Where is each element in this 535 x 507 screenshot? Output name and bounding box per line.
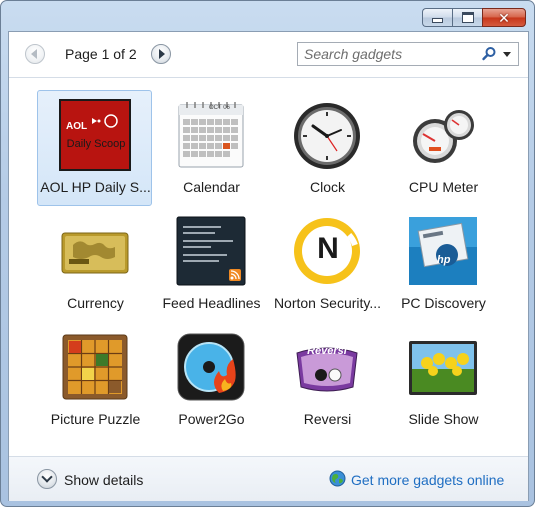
- minimize-icon: [432, 18, 443, 23]
- arrow-left-icon: [31, 49, 37, 59]
- calendar-month-text: OCT 06: [209, 105, 230, 111]
- window-caption-buttons: ✕: [422, 8, 526, 27]
- globe-icon: [329, 470, 346, 487]
- details-bar: Show details Get more gadgets online: [9, 456, 528, 501]
- gadget-label: Feed Headlines: [162, 295, 261, 311]
- gadget-tile-norton-security[interactable]: N Norton Security...: [269, 206, 384, 322]
- reversi-logo-text: Reversi: [307, 345, 347, 357]
- aol-logo-text: AOL: [66, 121, 88, 132]
- gadget-label: AOL HP Daily S...: [40, 179, 151, 195]
- gadget-tile-feed-headlines[interactable]: Feed Headlines: [153, 206, 268, 322]
- gadget-label: Power2Go: [178, 411, 245, 427]
- chevron-down-icon: [41, 471, 53, 483]
- aol-hp-daily-scoop-icon: [59, 99, 131, 171]
- maximize-icon: [461, 12, 474, 23]
- gadget-label: CPU Meter: [408, 179, 479, 195]
- picture-puzzle-icon: [62, 334, 128, 400]
- show-details-label[interactable]: Show details: [64, 472, 143, 488]
- gadget-tile-picture-puzzle[interactable]: Picture Puzzle: [37, 322, 152, 438]
- feed-headlines-icon: [176, 216, 246, 286]
- gadgets-window: ✕ Page 1 of 2 Search gadgets AOL Daily S…: [0, 0, 535, 507]
- search-box[interactable]: [297, 42, 519, 66]
- clock-icon: [294, 103, 360, 169]
- close-button[interactable]: ✕: [482, 8, 526, 27]
- hp-logo-text: hp: [437, 254, 451, 266]
- cpu-meter-icon: [413, 110, 474, 163]
- gadget-label: Slide Show: [408, 411, 479, 427]
- minimize-button[interactable]: [422, 8, 452, 27]
- pc-discovery-icon: [409, 217, 477, 285]
- gadget-label: Picture Puzzle: [50, 411, 141, 427]
- gadget-label: Reversi: [303, 411, 352, 427]
- gadget-label: Currency: [67, 295, 124, 311]
- gadget-tile-currency[interactable]: Currency: [37, 206, 152, 322]
- gadget-tile-slide-show[interactable]: Slide Show: [385, 322, 500, 438]
- arrow-right-icon: [159, 49, 165, 59]
- gadget-label: Calendar: [183, 179, 240, 195]
- gadget-tile-calendar[interactable]: OCT 06 Calendar: [153, 90, 268, 206]
- norton-logo-letter: N: [317, 232, 339, 265]
- gadget-label: PC Discovery: [401, 295, 486, 311]
- gadget-tile-aol-hp-daily-scoop[interactable]: AOL Daily Scoop AOL HP Daily S...: [37, 90, 152, 206]
- next-page-button[interactable]: [151, 44, 171, 64]
- search-input[interactable]: [298, 43, 470, 65]
- reversi-icon: [296, 347, 358, 392]
- get-more-gadgets-link[interactable]: Get more gadgets online: [351, 472, 504, 488]
- gadget-tile-reversi[interactable]: Reversi Reversi: [269, 322, 384, 438]
- close-icon: ✕: [498, 9, 510, 26]
- show-details-button[interactable]: [37, 469, 57, 489]
- search-icon[interactable]: [481, 46, 497, 62]
- toolbar: Page 1 of 2: [9, 32, 528, 78]
- gadget-tile-power2go[interactable]: Power2Go: [153, 322, 268, 438]
- power2go-icon: [177, 333, 245, 401]
- gadget-label: Clock: [309, 179, 345, 195]
- page-indicator: Page 1 of 2: [65, 46, 137, 62]
- previous-page-button[interactable]: [25, 44, 45, 64]
- gadget-label: Norton Security...: [273, 295, 382, 311]
- maximize-button[interactable]: [452, 8, 482, 27]
- gadget-grid: AOL Daily Scoop AOL HP Daily S... OCT 06…: [9, 78, 528, 454]
- currency-icon: [61, 232, 129, 274]
- gadget-tile-cpu-meter[interactable]: CPU Meter: [385, 90, 500, 206]
- daily-scoop-text: Daily Scoop: [66, 138, 126, 150]
- slide-show-icon: [409, 341, 477, 395]
- search-options-dropdown[interactable]: [503, 52, 511, 57]
- gadget-tile-clock[interactable]: Clock: [269, 90, 384, 206]
- gadget-gallery: Page 1 of 2 A: [8, 31, 529, 501]
- gadget-tile-pc-discovery[interactable]: hp PC Discovery: [385, 206, 500, 322]
